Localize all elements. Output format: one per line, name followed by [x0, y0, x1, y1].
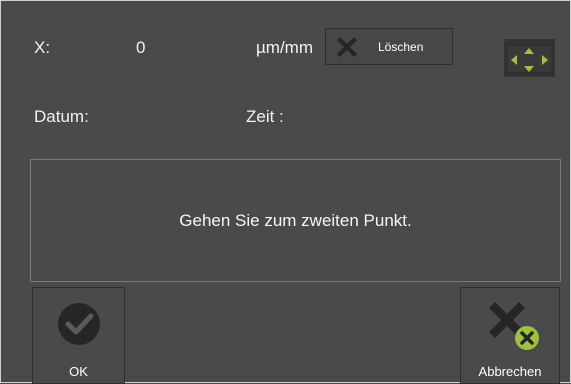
x-value: 0: [136, 38, 146, 57]
check-circle-icon: [58, 303, 100, 345]
message-box: Gehen Sie zum zweiten Punkt.: [30, 159, 561, 282]
date-label: Datum:: [34, 107, 89, 126]
ok-button[interactable]: OK: [32, 287, 125, 384]
cancel-button[interactable]: Abbrechen: [460, 287, 560, 384]
x-circle-icon: [489, 302, 539, 350]
x-label: X:: [34, 38, 51, 57]
nav-arrows-icon[interactable]: [504, 39, 555, 77]
instruction-text: Gehen Sie zum zweiten Punkt.: [179, 210, 412, 230]
ok-button-label: OK: [69, 364, 88, 379]
cancel-button-label: Abbrechen: [478, 364, 542, 379]
time-label: Zeit :: [246, 107, 284, 126]
dialog-window: X: 0 µm/mm Löschen Datum: Zeit : Gehen S…: [0, 0, 571, 384]
unit-label: µm/mm: [256, 38, 314, 57]
x-icon: [337, 37, 357, 57]
clear-button[interactable]: Löschen: [325, 28, 453, 65]
clear-button-label: Löschen: [378, 40, 424, 54]
